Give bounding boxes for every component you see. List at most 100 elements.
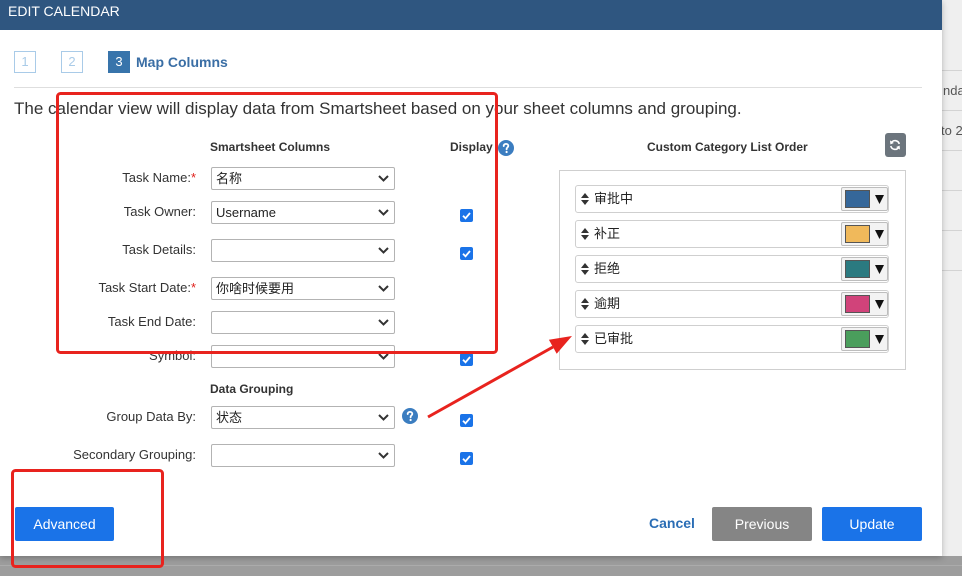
advanced-button[interactable]: Advanced xyxy=(15,507,114,541)
background-text-fragment: nda xyxy=(943,83,962,98)
task-details-display-checkbox[interactable] xyxy=(460,247,473,260)
page-description: The calendar view will display data from… xyxy=(14,99,742,118)
help-icon[interactable] xyxy=(498,140,514,156)
task-name-select[interactable]: 名称 xyxy=(211,167,395,190)
help-icon[interactable] xyxy=(402,408,418,424)
category-label: 拒绝 xyxy=(594,261,621,276)
color-swatch xyxy=(845,225,870,243)
check-icon xyxy=(462,356,471,364)
field-label-text: Task Details: xyxy=(122,242,196,257)
cancel-button[interactable]: Cancel xyxy=(649,515,695,531)
background-row-divider xyxy=(942,270,962,271)
smartsheet-columns-header: Smartsheet Columns xyxy=(210,140,331,154)
task-details-label: Task Details: xyxy=(0,242,196,258)
task-end-date-label: Task End Date: xyxy=(0,314,196,330)
task-start-date-select[interactable]: 你啥时候要用 xyxy=(211,277,395,300)
secondary-grouping-label: Secondary Grouping: xyxy=(73,447,196,462)
required-mark: * xyxy=(190,280,196,295)
chevron-down-icon xyxy=(378,247,389,254)
chevron-down-icon xyxy=(378,209,389,216)
category-label: 已审批 xyxy=(594,331,634,346)
secondary-grouping-select[interactable] xyxy=(211,444,395,467)
refresh-icon xyxy=(890,139,900,151)
select-value: 名称 xyxy=(216,171,243,186)
color-swatch xyxy=(845,330,870,348)
category-label: 补正 xyxy=(594,226,621,241)
category-item[interactable]: 补正 xyxy=(575,220,889,248)
symbol-select[interactable] xyxy=(211,345,395,368)
check-icon xyxy=(462,250,471,258)
category-item[interactable]: 逾期 xyxy=(575,290,889,318)
secondary-grouping-display-checkbox[interactable] xyxy=(460,452,473,465)
sort-icon[interactable] xyxy=(581,333,589,345)
background-row-divider xyxy=(0,565,962,566)
wizard-step-1[interactable]: 1 xyxy=(14,51,36,73)
update-button[interactable]: Update xyxy=(822,507,922,541)
group-data-by-label: Group Data By: xyxy=(106,409,196,424)
color-picker[interactable] xyxy=(841,222,888,246)
header-divider xyxy=(14,87,922,88)
field-label-text: Task End Date: xyxy=(107,314,196,329)
background-page: nda to 2 xyxy=(942,0,962,556)
data-grouping-header: Data Grouping xyxy=(210,382,294,396)
field-label-text: Task Name: xyxy=(122,170,191,185)
task-owner-display-checkbox[interactable] xyxy=(460,209,473,222)
category-item[interactable]: 拒绝 xyxy=(575,255,889,283)
background-row-divider xyxy=(942,110,962,111)
sort-icon[interactable] xyxy=(581,228,589,240)
select-value: 状态 xyxy=(216,410,243,425)
check-icon xyxy=(462,417,471,425)
caret-down-icon xyxy=(875,300,884,309)
category-order-header: Custom Category List Order xyxy=(647,140,808,154)
chevron-down-icon xyxy=(378,414,389,421)
task-end-date-select[interactable] xyxy=(211,311,395,334)
symbol-label: Symbol: xyxy=(0,348,196,364)
task-name-label: Task Name:* xyxy=(0,170,196,186)
color-picker[interactable] xyxy=(841,187,888,211)
chevron-down-icon xyxy=(378,319,389,326)
task-owner-select[interactable]: Username xyxy=(211,201,395,224)
sort-icon[interactable] xyxy=(581,263,589,275)
select-value: Username xyxy=(216,205,276,220)
caret-down-icon xyxy=(875,195,884,204)
chevron-down-icon xyxy=(378,175,389,182)
chevron-down-icon xyxy=(378,452,389,459)
symbol-display-checkbox[interactable] xyxy=(460,353,473,366)
category-label: 逾期 xyxy=(594,296,621,311)
check-icon xyxy=(462,455,471,463)
background-row-divider xyxy=(942,70,962,71)
dialog-titlebar: EDIT CALENDAR xyxy=(0,0,942,30)
color-picker[interactable] xyxy=(841,257,888,281)
caret-down-icon xyxy=(875,230,884,239)
sort-icon[interactable] xyxy=(581,298,589,310)
color-picker[interactable] xyxy=(841,327,888,351)
refresh-button[interactable] xyxy=(885,133,906,157)
current-step-title: Map Columns xyxy=(136,54,228,70)
background-row-divider xyxy=(942,190,962,191)
field-label-text: Symbol: xyxy=(149,348,196,363)
display-header: Display xyxy=(450,140,493,154)
color-swatch xyxy=(845,190,870,208)
sort-icon[interactable] xyxy=(581,193,589,205)
color-picker[interactable] xyxy=(841,292,888,316)
category-item[interactable]: 已审批 xyxy=(575,325,889,353)
chevron-down-icon xyxy=(378,285,389,292)
field-label-text: Task Owner: xyxy=(123,204,196,219)
chevron-down-icon xyxy=(378,353,389,360)
group-data-by-display-checkbox[interactable] xyxy=(460,414,473,427)
color-swatch xyxy=(845,260,870,278)
group-data-by-select[interactable]: 状态 xyxy=(211,406,395,429)
caret-down-icon xyxy=(875,335,884,344)
check-icon xyxy=(462,212,471,220)
category-item[interactable]: 审批中 xyxy=(575,185,889,213)
select-value: 你啥时候要用 xyxy=(216,281,295,296)
background-text-fragment: to 2 xyxy=(942,123,962,138)
previous-button[interactable]: Previous xyxy=(712,507,812,541)
task-details-select[interactable] xyxy=(211,239,395,262)
category-label: 审批中 xyxy=(594,191,634,206)
task-owner-label: Task Owner: xyxy=(0,204,196,220)
wizard-step-2[interactable]: 2 xyxy=(61,51,83,73)
background-row-divider xyxy=(942,150,962,151)
background-row-divider xyxy=(942,230,962,231)
wizard-step-3[interactable]: 3 xyxy=(108,51,130,73)
